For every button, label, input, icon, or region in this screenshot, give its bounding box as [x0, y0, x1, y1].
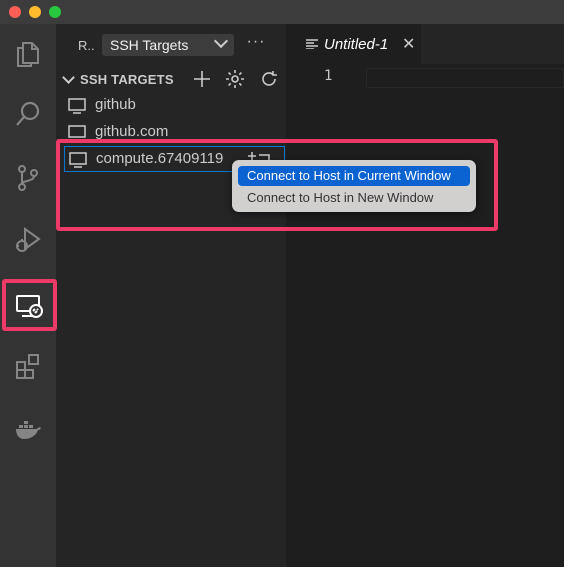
- tab-untitled[interactable]: Untitled-1 ✕: [286, 24, 421, 64]
- run-debug-icon: [16, 227, 41, 252]
- chevron-down-icon: [62, 71, 75, 84]
- line-number: 1: [324, 68, 333, 84]
- activity-bar: [0, 24, 56, 567]
- source-control-icon: [18, 165, 38, 191]
- remote-type-select-value: SSH Targets: [110, 37, 189, 53]
- close-icon[interactable]: ✕: [402, 34, 415, 54]
- docker-icon: [16, 421, 41, 439]
- minimize-window-button[interactable]: [29, 6, 41, 18]
- activity-docker[interactable]: [0, 404, 56, 456]
- activity-remote-explorer[interactable]: [2, 280, 56, 332]
- view-title: R..: [78, 38, 95, 53]
- monitor-icon: [68, 98, 86, 114]
- remote-explorer-icon: [16, 295, 43, 318]
- add-icon[interactable]: [191, 68, 213, 90]
- more-actions-button[interactable]: ···: [244, 30, 268, 54]
- gear-icon[interactable]: [224, 68, 246, 90]
- tab-title: Untitled-1: [324, 36, 389, 53]
- activity-explorer[interactable]: [0, 28, 56, 80]
- maximize-window-button[interactable]: [49, 6, 61, 18]
- sidebar-header: R.. SSH Targets ···: [56, 24, 286, 66]
- monitor-icon: [69, 152, 87, 168]
- ssh-target-label: compute.67409119: [96, 150, 224, 167]
- menu-item-connect-new-window[interactable]: Connect to Host in New Window: [238, 188, 470, 208]
- title-bar: [0, 0, 564, 24]
- ssh-target-label: github: [95, 96, 136, 113]
- files-icon: [17, 42, 39, 67]
- ssh-targets-section-header[interactable]: SSH TARGETS: [56, 66, 286, 92]
- chevron-down-icon: [213, 33, 229, 49]
- activity-extensions[interactable]: [0, 340, 56, 392]
- activity-search[interactable]: [0, 88, 56, 140]
- refresh-icon[interactable]: [258, 68, 280, 90]
- ssh-target-item[interactable]: github.com: [64, 120, 285, 146]
- sidebar: R.. SSH Targets ··· SSH TARGETS github g…: [56, 24, 286, 567]
- activity-run-debug[interactable]: [0, 214, 56, 266]
- extensions-icon: [16, 354, 39, 379]
- text-file-icon: [306, 39, 318, 49]
- ssh-target-item[interactable]: github: [64, 93, 285, 119]
- search-icon: [16, 101, 40, 126]
- context-menu: Connect to Host in Current Window Connec…: [232, 160, 476, 212]
- menu-item-connect-current-window[interactable]: Connect to Host in Current Window: [238, 166, 470, 186]
- editor-area: Untitled-1 ✕ 1: [286, 24, 564, 567]
- editor-text-area[interactable]: [366, 68, 564, 88]
- activity-source-control[interactable]: [0, 152, 56, 204]
- tab-bar: Untitled-1 ✕: [286, 24, 564, 64]
- remote-type-select[interactable]: SSH Targets: [102, 33, 234, 56]
- section-title: SSH TARGETS: [80, 72, 174, 87]
- ssh-target-label: github.com: [95, 123, 169, 140]
- close-window-button[interactable]: [9, 6, 21, 18]
- monitor-icon: [68, 125, 86, 141]
